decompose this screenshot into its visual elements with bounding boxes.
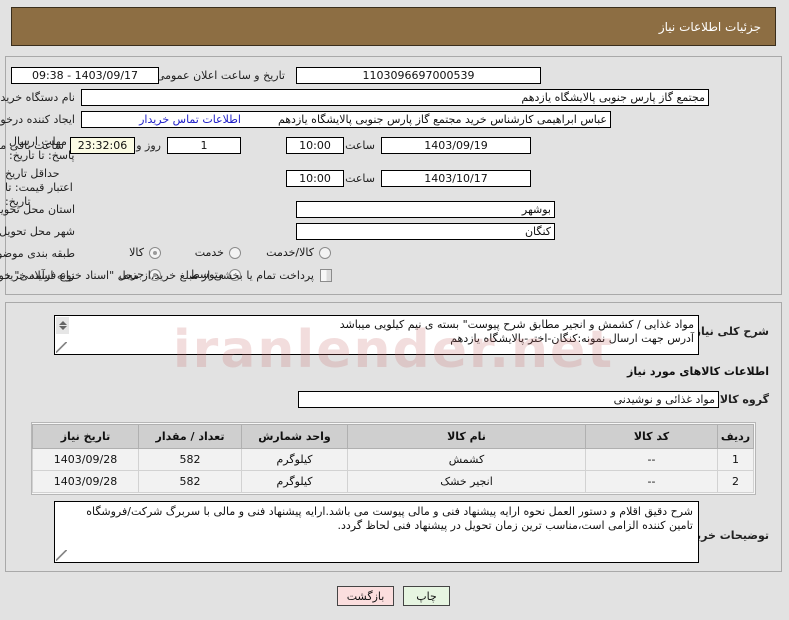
col-unit: واحد شمارش [242, 424, 349, 449]
reply-deadline-hour-label: ساعت [346, 139, 376, 152]
scroll-spinner-icon[interactable] [57, 317, 70, 334]
cell-date: 1403/09/28 [33, 448, 140, 471]
page-header: جزئیات اطلاعات نیاز [12, 7, 777, 46]
radio-kala-khedmat-label: کالا/خدمت [267, 246, 315, 259]
col-name: نام کالا [348, 424, 587, 449]
subject-category-label: طبقه بندی موضوعی: [0, 247, 76, 260]
cell-code: -- [586, 448, 719, 471]
buyer-notes-textarea[interactable]: شرح دقیق اقلام و دستور العمل نحوه ارایه … [55, 501, 700, 563]
need-description-label: شرح کلی نیاز: [691, 325, 770, 338]
city-label: شهر محل تحویل: [0, 225, 76, 238]
radio-kala-khedmat-icon[interactable] [320, 246, 332, 259]
treasury-note-checkbox[interactable] [321, 269, 333, 282]
subject-category-option-kala[interactable]: کالا [130, 246, 162, 259]
need-number-field: 1103096697000539 [297, 67, 542, 84]
table-header-row: ردیف کد کالا نام کالا واحد شمارش تعداد /… [33, 424, 755, 449]
cell-date: 1403/09/28 [33, 470, 140, 493]
goods-section-heading: اطلاعات کالاهای مورد نیاز [628, 365, 770, 378]
countdown-label: ساعت باقی مانده [0, 139, 65, 152]
price-validity-hour-label: ساعت [346, 172, 376, 185]
buyer-contact-link[interactable]: اطلاعات تماس خریدار [140, 113, 242, 126]
need-description-textarea[interactable]: مواد غذایی / کشمش و انجیر مطابق شرح پیوس… [55, 315, 700, 355]
cell-code: -- [586, 470, 719, 493]
city-field: کنگان [297, 223, 556, 240]
buyer-notes-value: شرح دقیق اقلام و دستور العمل نحوه ارایه … [87, 505, 694, 532]
province-field: بوشهر [297, 201, 556, 218]
goods-group-field: مواد غذائی و نوشیدنی [299, 391, 720, 408]
back-button[interactable]: بازگشت [338, 586, 395, 606]
goods-table: ردیف کد کالا نام کالا واحد شمارش تعداد /… [33, 424, 755, 493]
treasury-note-text: پرداخت تمام یا بخشی از مبلغ خرید،از محل … [0, 269, 315, 282]
col-index: ردیف [718, 424, 755, 449]
print-button[interactable]: چاپ [404, 586, 451, 606]
subject-category-option-kala-khedmat[interactable]: کالا/خدمت [267, 246, 332, 259]
public-announce-field: 1403/09/17 - 09:38 [12, 67, 160, 84]
price-validity-date: 1403/10/17 [382, 170, 532, 187]
remaining-days-field: 1 [168, 137, 242, 154]
table-row: 2 -- انجیر خشک کیلوگرم 582 1403/09/28 [33, 470, 755, 493]
buyer-org-row: نام دستگاه خریدار: [0, 91, 76, 105]
radio-khedmat-icon[interactable] [230, 246, 242, 259]
goods-group-label: گروه کالا: [716, 393, 770, 406]
cell-unit: کیلوگرم [242, 470, 349, 493]
buyer-notes-resize-grip-icon[interactable] [57, 550, 68, 561]
remaining-days-label: روز و [137, 139, 162, 152]
reply-deadline-hour: 10:00 [287, 137, 345, 154]
buyer-org-field: مجتمع گاز پارس جنوبی پالایشگاه یازدهم [82, 89, 710, 106]
cell-qty: 582 [139, 470, 243, 493]
radio-kala-label: کالا [130, 246, 145, 259]
cell-index: 1 [718, 448, 755, 471]
public-announce-row: تاریخ و ساعت اعلان عمومی: [153, 69, 286, 83]
need-description-value: مواد غذایی / کشمش و انجیر مطابق شرح پیوس… [340, 318, 695, 345]
radio-khedmat-label: خدمت [195, 246, 225, 259]
subject-category-option-khedmat[interactable]: خدمت [196, 246, 242, 259]
resize-grip-icon[interactable] [57, 342, 68, 353]
table-row: 1 -- کشمش کیلوگرم 582 1403/09/28 [33, 448, 755, 471]
cell-qty: 582 [139, 448, 243, 471]
col-date: تاریخ نیاز [33, 424, 140, 449]
reply-deadline-date: 1403/09/19 [382, 137, 532, 154]
col-code: کد کالا [586, 424, 719, 449]
cell-index: 2 [718, 470, 755, 493]
creator-label: ایجاد کننده درخواست: [0, 113, 76, 126]
page-title: جزئیات اطلاعات نیاز [659, 19, 762, 34]
countdown-field: 23:32:06 [71, 137, 136, 154]
public-announce-label: تاریخ و ساعت اعلان عمومی: [153, 69, 286, 82]
need-info-panel: شماره نیاز: 1103096697000539 تاریخ و ساع… [0, 56, 783, 295]
goods-table-wrapper: ردیف کد کالا نام کالا واحد شمارش تعداد /… [32, 422, 757, 495]
cell-unit: کیلوگرم [242, 448, 349, 471]
province-label: استان محل تحویل: [0, 203, 76, 216]
creator-row: ایجاد کننده درخواست: [0, 113, 76, 127]
radio-kala-icon[interactable] [150, 246, 162, 259]
price-validity-hour: 10:00 [287, 170, 345, 187]
buyer-org-label: نام دستگاه خریدار: [0, 91, 76, 104]
cell-name: انجیر خشک [348, 470, 587, 493]
cell-name: کشمش [348, 448, 587, 471]
col-qty: تعداد / مقدار [139, 424, 243, 449]
